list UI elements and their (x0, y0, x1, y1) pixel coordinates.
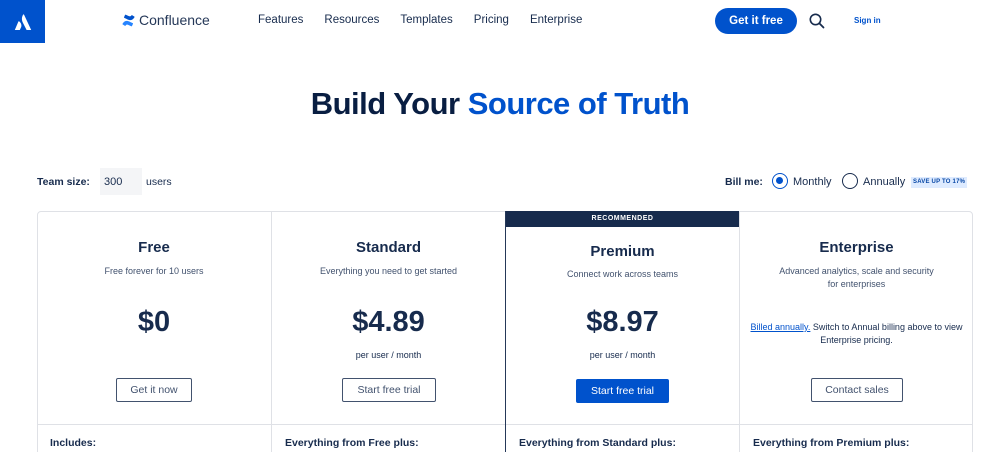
plan-price: $8.97 (586, 306, 659, 338)
title-plain: Build Your (310, 86, 460, 121)
plan-card-standard: Standard Everything you need to get star… (271, 211, 505, 452)
plan-description: Advanced analytics, scale and security f… (779, 266, 934, 289)
plan-description: Connect work across teams (566, 269, 679, 279)
includes-heading: Everything from Free plus: (285, 437, 419, 449)
plan-name: Free (138, 239, 170, 256)
nav-links: Features Resources Templates Pricing Ent… (258, 14, 603, 26)
divider (740, 424, 973, 425)
plan-per-unit: per user / month (355, 350, 422, 360)
enterprise-billing-note: Billed annually. Switch to Annual billin… (740, 321, 973, 346)
team-size-input[interactable] (100, 168, 142, 195)
page-title: Build Your Source of Truth (0, 86, 1000, 122)
nav-link-enterprise[interactable]: Enterprise (530, 14, 582, 26)
title-accent: Source of Truth (467, 86, 690, 121)
plan-price: $4.89 (352, 306, 425, 338)
users-label: users (146, 176, 172, 188)
bill-me-label: Bill me: (725, 176, 763, 188)
start-free-trial-button[interactable]: Start free trial (342, 378, 436, 402)
nav-link-features[interactable]: Features (258, 14, 303, 26)
billed-annually-link[interactable]: Billed annually. (751, 322, 811, 332)
confluence-logo-icon (122, 14, 135, 26)
plan-price: $0 (137, 306, 171, 338)
atlassian-logo-icon[interactable] (0, 0, 45, 43)
plan-card-premium: Premium Connect work across teams $8.97 … (505, 211, 740, 452)
sign-in-link[interactable]: Sign in (854, 16, 881, 25)
plan-name: Enterprise (819, 239, 894, 256)
get-it-free-button[interactable]: Get it free (715, 8, 797, 34)
nav-link-pricing[interactable]: Pricing (474, 14, 509, 26)
monthly-label[interactable]: Monthly (793, 176, 832, 188)
nav-link-resources[interactable]: Resources (324, 14, 379, 26)
confluence-brand[interactable]: Confluence (122, 12, 210, 28)
monthly-radio[interactable] (772, 173, 788, 189)
plan-name: Standard (355, 239, 421, 256)
divider (37, 424, 271, 425)
includes-heading: Includes: (50, 437, 97, 449)
includes-heading: Everything from Standard plus: (519, 437, 676, 449)
plan-card-enterprise: Enterprise Advanced analytics, scale and… (739, 211, 973, 452)
divider (272, 424, 505, 425)
plan-per-unit: per user / month (589, 350, 656, 360)
brand-name: Confluence (139, 12, 210, 28)
includes-heading: Everything from Premium plus: (753, 437, 910, 449)
annually-label[interactable]: Annually (863, 176, 905, 188)
plan-card-free: Free Free forever for 10 users $0 Get it… (37, 211, 271, 452)
team-size-label: Team size: (37, 176, 90, 188)
start-free-trial-button[interactable]: Start free trial (576, 379, 669, 403)
save-badge: SAVE UP TO 17% (911, 177, 968, 188)
top-nav: Confluence Features Resources Templates … (0, 0, 1000, 43)
plan-description: Everything you need to get started (319, 266, 458, 276)
contact-sales-button[interactable]: Contact sales (811, 378, 903, 402)
nav-link-templates[interactable]: Templates (400, 14, 452, 26)
get-it-now-button[interactable]: Get it now (116, 378, 192, 402)
search-icon[interactable] (808, 12, 826, 30)
plan-name: Premium (590, 243, 655, 260)
annually-radio[interactable] (842, 173, 858, 189)
billing-note-text: Switch to Annual billing above to view E… (810, 322, 963, 345)
plan-description: Free forever for 10 users (104, 266, 204, 276)
divider (506, 424, 739, 425)
